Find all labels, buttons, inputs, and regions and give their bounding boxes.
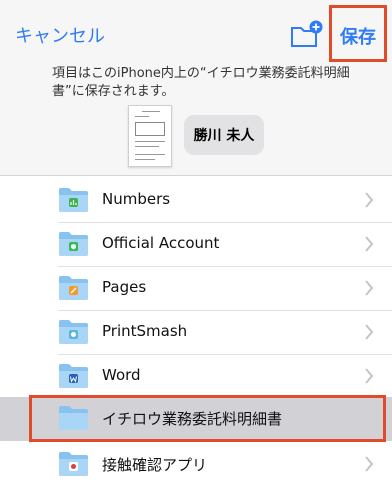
folder-row-word[interactable]: Word (0, 355, 392, 399)
chevron-right-icon (365, 368, 374, 384)
numbers-folder-icon (59, 188, 88, 212)
folder-row-numbers[interactable]: Numbers (0, 179, 392, 223)
folder-name: 接触確認アプリ (102, 456, 208, 474)
chevron-right-icon (365, 280, 374, 296)
save-button[interactable]: 保存 (332, 23, 384, 49)
save-sheet-header: キャンセル 保存 項目はこのiPhone内上の“イチロウ業務委託料明細書”に保存… (0, 0, 392, 176)
chevron-right-icon (365, 236, 374, 252)
folder-name: PrintSmash (102, 322, 188, 340)
chevron-right-icon (365, 192, 374, 208)
folder-row-pages[interactable]: Pages (0, 267, 392, 311)
file-name-text: 勝川 未人 (193, 128, 255, 144)
chevron-right-icon (365, 456, 374, 472)
chevron-right-icon (365, 324, 374, 340)
folder-row-printsmash[interactable]: PrintSmash (0, 311, 392, 355)
save-location-message: 項目はこのiPhone内上の“イチロウ業務委託料明細書”に保存されます。 (52, 66, 350, 99)
new-folder-icon[interactable] (290, 20, 324, 50)
word-folder-icon (59, 364, 88, 388)
folder-row-official-account[interactable]: Official Account (0, 223, 392, 267)
cocoa-folder-icon (59, 452, 88, 476)
pages-folder-icon (59, 276, 88, 300)
printsmash-folder-icon (59, 320, 88, 344)
folder-name: Official Account (102, 234, 220, 252)
folder-name: Pages (102, 278, 147, 296)
folder-row-ichirou-selected[interactable]: イチロウ業務委託料明細書 (0, 397, 392, 441)
folder-row-contact-app[interactable]: 接触確認アプリ (0, 443, 392, 483)
folder-name: イチロウ業務委託料明細書 (102, 410, 283, 428)
line-official-folder-icon (59, 232, 88, 256)
save-highlight-frame: 保存 (329, 5, 387, 62)
file-name-field[interactable]: 勝川 未人 (184, 115, 264, 155)
folder-name: Numbers (102, 190, 171, 208)
folder-name: Word (102, 366, 141, 384)
cancel-button[interactable]: キャンセル (15, 22, 105, 48)
document-thumbnail (128, 105, 172, 167)
folder-icon (59, 406, 88, 430)
